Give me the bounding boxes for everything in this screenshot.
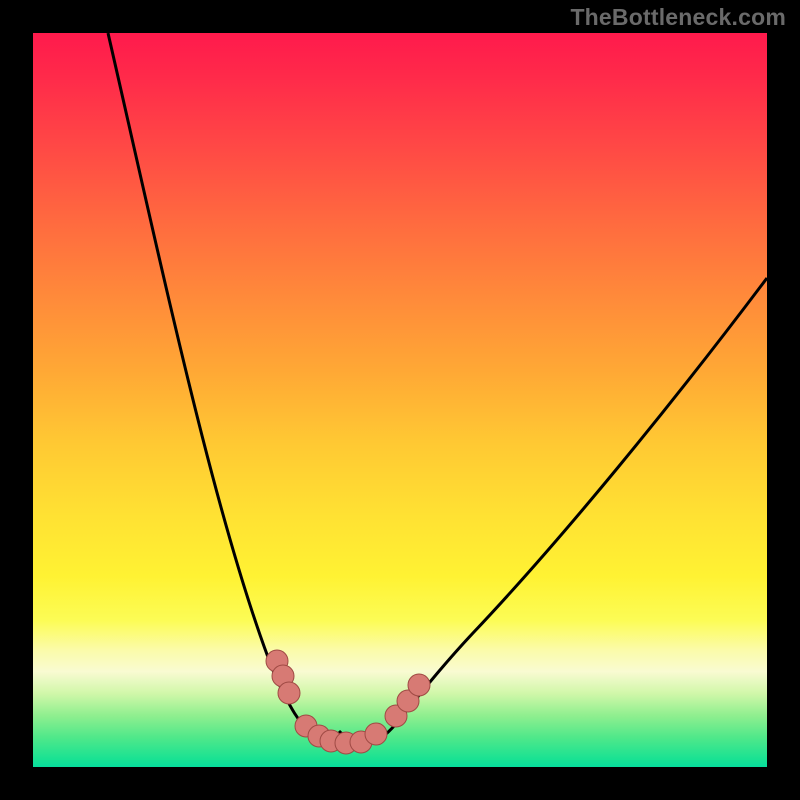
marker-left-3 [278, 682, 300, 704]
marker-right-4 [408, 674, 430, 696]
chart-frame: TheBottleneck.com [0, 0, 800, 800]
plot-area [33, 33, 767, 767]
chart-svg [33, 33, 767, 767]
left-curve [108, 33, 373, 743]
marker-right-1 [365, 723, 387, 745]
right-curve [339, 278, 767, 743]
attribution-text: TheBottleneck.com [570, 4, 786, 31]
